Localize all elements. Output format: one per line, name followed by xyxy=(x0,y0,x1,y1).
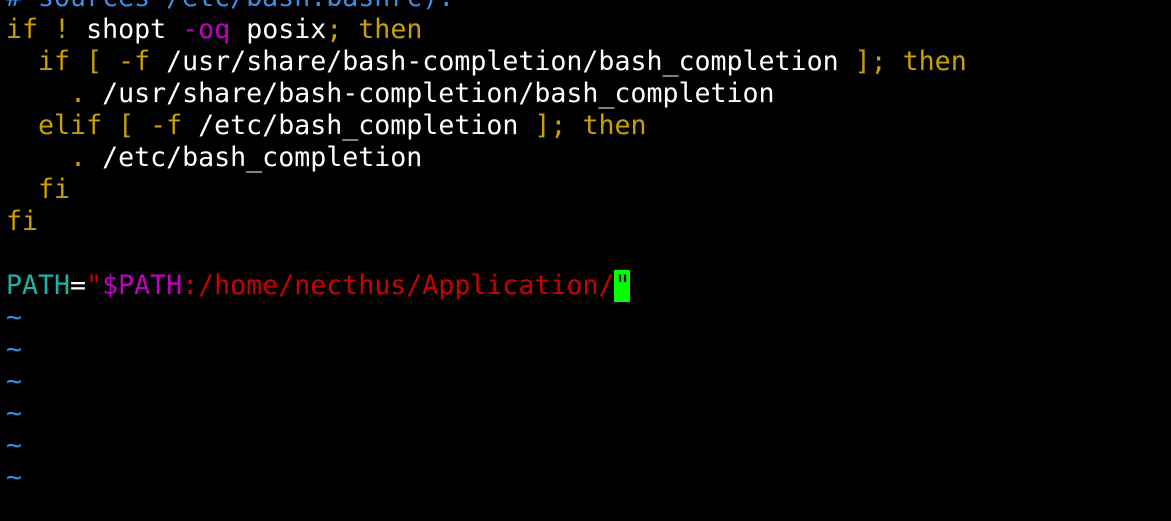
code-token-keyword: . xyxy=(70,78,87,109)
terminal-editor[interactable]: # sources /etc/bash.bashrc).if ! shopt -… xyxy=(0,0,1171,503)
code-token-keyword: then xyxy=(358,14,423,45)
tilde-marker: ~ xyxy=(6,334,23,365)
code-token-text: /usr/share/bash-completion/bash_completi… xyxy=(86,78,775,109)
code-token-keyword: then xyxy=(902,46,967,77)
code-token-keyword: . xyxy=(70,142,87,173)
tilde-marker: ~ xyxy=(6,462,23,493)
code-token-keyword: fi xyxy=(6,206,39,237)
code-line[interactable]: fi xyxy=(6,174,1171,206)
code-line[interactable]: fi xyxy=(6,206,1171,238)
tilde-marker: ~ xyxy=(6,302,23,333)
code-token-option: -oq xyxy=(182,14,231,45)
code-token-keyword: fi xyxy=(38,174,71,205)
code-token-keyword: ]; xyxy=(854,46,887,77)
code-token-text: /etc/bash_completion xyxy=(182,110,535,141)
empty-buffer-line[interactable]: ~ xyxy=(6,398,1171,430)
code-token-keyword: [ -f xyxy=(118,110,183,141)
code-token-variable: PATH xyxy=(6,270,71,301)
empty-buffer-line[interactable]: ~ xyxy=(6,366,1171,398)
empty-buffer-line[interactable]: ~ xyxy=(6,334,1171,366)
code-token-text: /usr/share/bash-completion/bash_completi… xyxy=(150,46,855,77)
code-token-text: /etc/bash_completion xyxy=(86,142,423,173)
code-token-keyword: elif xyxy=(38,110,103,141)
code-token-keyword: if xyxy=(38,46,71,77)
code-token-keyword: then xyxy=(582,110,647,141)
blank-line[interactable] xyxy=(6,238,1171,270)
code-token-expansion: $PATH xyxy=(102,270,183,301)
code-token-string: :/home/necthus/Application/ xyxy=(182,270,615,301)
code-line[interactable]: # sources /etc/bash.bashrc). xyxy=(6,0,1171,14)
code-token-comment: # sources /etc/bash.bashrc). xyxy=(6,0,454,13)
code-token-keyword: if xyxy=(6,14,39,45)
text-cursor: " xyxy=(614,270,631,302)
tilde-marker: ~ xyxy=(6,366,23,397)
code-line[interactable]: if ! shopt -oq posix; then xyxy=(6,14,1171,46)
code-line[interactable]: . /usr/share/bash-completion/bash_comple… xyxy=(6,78,1171,110)
code-token-text: = xyxy=(70,270,87,301)
code-token-keyword: ; xyxy=(326,14,343,45)
tilde-marker: ~ xyxy=(6,430,23,461)
code-token-keyword: ! xyxy=(54,14,71,45)
empty-buffer-line[interactable]: ~ xyxy=(6,430,1171,462)
code-token-keyword: ]; xyxy=(534,110,567,141)
code-line[interactable]: elif [ -f /etc/bash_completion ]; then xyxy=(6,110,1171,142)
code-line[interactable]: PATH="$PATH:/home/necthus/Application/" xyxy=(6,270,1171,302)
code-line[interactable]: . /etc/bash_completion xyxy=(6,142,1171,174)
tilde-marker: ~ xyxy=(6,398,23,429)
code-token-string: " xyxy=(86,270,103,301)
empty-buffer-line[interactable]: ~ xyxy=(6,302,1171,334)
code-token-keyword: [ -f xyxy=(86,46,151,77)
code-line[interactable]: if [ -f /usr/share/bash-completion/bash_… xyxy=(6,46,1171,78)
code-token-text: posix xyxy=(230,14,327,45)
empty-buffer-line[interactable]: ~ xyxy=(6,462,1171,494)
code-token-text: shopt xyxy=(70,14,183,45)
